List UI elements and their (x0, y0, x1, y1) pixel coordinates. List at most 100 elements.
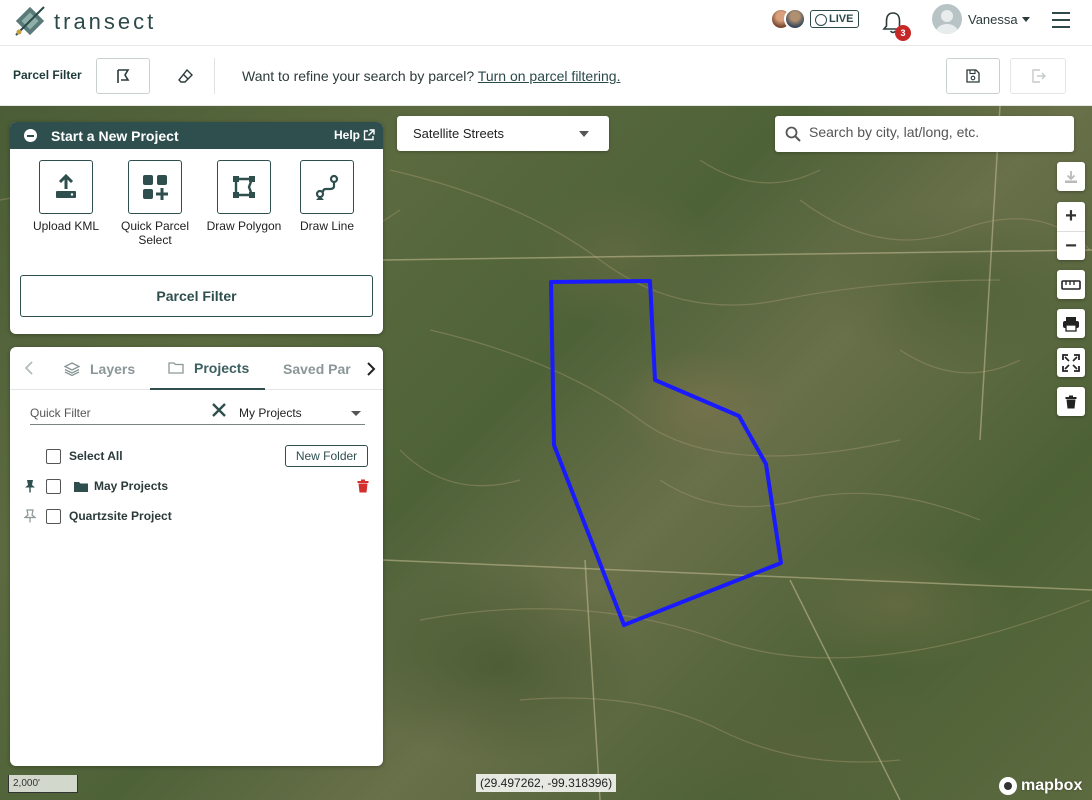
parcel-filter-message: Want to refine your search by parcel? Tu… (242, 68, 620, 84)
logo-text: transect (54, 9, 157, 34)
mapbox-logo-icon (999, 777, 1017, 795)
upload-kml-button[interactable] (39, 160, 93, 214)
upload-kml-label: Upload KML (32, 219, 100, 233)
transect-logo-icon (15, 6, 45, 36)
item-checkbox[interactable] (46, 478, 61, 494)
transect-logo[interactable]: transect (14, 5, 156, 39)
item-checkbox[interactable] (46, 508, 61, 524)
parcel-toolbar: Parcel Filter Want to refine your search… (0, 46, 1092, 106)
user-name: Vanessa (968, 11, 1018, 27)
location-search[interactable] (775, 116, 1074, 152)
map-scale: 2,000' (8, 775, 78, 793)
folder-filled-icon (74, 481, 88, 492)
parcel-filter-link[interactable]: Turn on parcel filtering. (478, 68, 621, 84)
mapbox-attribution[interactable]: mapbox (999, 777, 1082, 795)
trash-icon[interactable] (357, 479, 369, 493)
polygon-icon (233, 176, 255, 198)
roads (382, 106, 1092, 800)
fullscreen-button[interactable] (1057, 348, 1085, 377)
parcel-filter-prompt: Want to refine your search by parcel? (242, 68, 475, 84)
eraser-icon[interactable] (178, 68, 194, 84)
pin-outline-icon[interactable] (24, 509, 36, 523)
expand-icon (1062, 353, 1080, 372)
top-header: transect LIVE 3 Vanessa (0, 0, 1092, 46)
live-collaborators[interactable]: LIVE (770, 8, 860, 30)
draw-line-button[interactable] (300, 160, 354, 214)
upload-icon (56, 174, 76, 198)
search-icon (785, 126, 801, 142)
tab-saved-parcels[interactable]: Saved Par (283, 347, 359, 390)
collapse-icon[interactable] (24, 129, 37, 142)
chevron-down-icon (351, 411, 361, 416)
projects-owner-select[interactable]: My Projects (239, 401, 365, 425)
help-link[interactable]: Help (334, 128, 375, 142)
folder-icon (168, 362, 184, 374)
item-label: May Projects (94, 479, 169, 493)
pin-filled-icon[interactable] (24, 479, 36, 493)
draw-line-tool[interactable]: Draw Line (287, 160, 367, 233)
close-icon[interactable] (212, 403, 226, 417)
draw-polygon-tool[interactable]: Draw Polygon (204, 160, 284, 233)
line-icon (315, 174, 339, 200)
chevron-down-icon (1021, 16, 1030, 22)
select-all-checkbox[interactable] (46, 448, 61, 464)
new-folder-button[interactable]: New Folder (285, 445, 368, 467)
layers-icon (64, 361, 80, 376)
toolbar-divider (214, 58, 215, 94)
ruler-icon (1061, 279, 1081, 290)
new-project-panel: Start a New Project Help Upload KML Quic… (10, 122, 383, 334)
tab-layers-label: Layers (90, 360, 136, 377)
live-badge: LIVE (810, 10, 860, 28)
parcel-flag-icon (117, 69, 130, 83)
export-icon (1032, 69, 1046, 83)
trash-icon (1065, 395, 1077, 408)
select-all-label: Select All (69, 449, 123, 463)
download-icon (1065, 170, 1077, 183)
map-style-select[interactable]: Satellite Streets (397, 116, 609, 151)
chevron-left-icon[interactable] (24, 361, 34, 375)
draw-polygon-label: Draw Polygon (206, 219, 282, 233)
layers-projects-panel: Layers Projects Saved Par My Projects Se… (10, 347, 383, 766)
quick-parcel-select-button[interactable] (128, 160, 182, 214)
list-item[interactable]: Quartzsite Project (10, 506, 383, 526)
search-input[interactable] (809, 124, 1064, 140)
tab-saved-parcels-label: Saved Par (283, 360, 351, 377)
user-menu[interactable]: Vanessa (932, 4, 1030, 34)
quick-filter-input[interactable] (30, 401, 239, 425)
zoom-out-button[interactable]: − (1057, 231, 1085, 260)
tab-projects[interactable]: Projects (150, 347, 265, 390)
upload-kml-tool[interactable]: Upload KML (26, 160, 106, 233)
chevron-down-icon (579, 131, 589, 137)
parcel-filter-panel-button[interactable]: Parcel Filter (20, 275, 373, 317)
save-icon (966, 69, 980, 83)
external-link-icon (363, 129, 375, 141)
draw-polygon-button[interactable] (217, 160, 271, 214)
tab-layers[interactable]: Layers (64, 347, 141, 390)
panel-tabs: Layers Projects Saved Par (10, 347, 383, 390)
user-avatar (932, 4, 962, 34)
tab-projects-label: Projects (194, 359, 250, 376)
new-project-title: Start a New Project (51, 127, 179, 144)
projects-owner-value: My Projects (239, 406, 302, 420)
parcel-filter-label: Parcel Filter (13, 68, 82, 82)
download-button[interactable] (1057, 162, 1085, 191)
chevron-right-icon[interactable] (359, 359, 383, 379)
measure-button[interactable] (1057, 270, 1085, 299)
new-project-header[interactable]: Start a New Project Help (10, 122, 383, 149)
save-button[interactable] (946, 58, 1000, 94)
delete-drawing-button[interactable] (1057, 387, 1085, 416)
list-item[interactable]: May Projects (10, 476, 383, 496)
zoom-in-button[interactable]: + (1057, 202, 1085, 231)
map-style-value: Satellite Streets (413, 126, 505, 141)
print-button[interactable] (1057, 309, 1085, 338)
mapbox-wordmark: mapbox (1021, 777, 1083, 794)
draw-line-label: Draw Line (299, 219, 355, 233)
quick-parcel-select-tool[interactable]: Quick Parcel Select (115, 160, 195, 247)
quick-parcel-select-label: Quick Parcel Select (120, 219, 190, 247)
export-button[interactable] (1010, 58, 1066, 94)
hamburger-menu-icon[interactable] (1052, 12, 1070, 28)
item-label: Quartzsite Project (69, 509, 172, 523)
parcel-filter-button[interactable] (96, 58, 150, 94)
zoom-controls: + − (1057, 202, 1085, 260)
notification-badge: 3 (895, 25, 911, 41)
